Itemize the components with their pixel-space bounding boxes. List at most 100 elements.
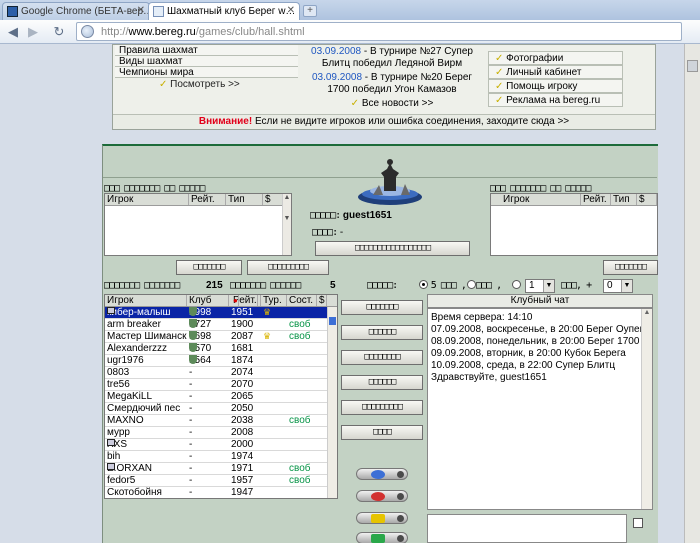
action-button-1[interactable]: □□□□□□□ [341, 300, 423, 315]
more-link[interactable]: ✓ Посмотреть >> [115, 78, 298, 92]
close-tab-icon[interactable]: ✕ [287, 5, 295, 16]
col-rating[interactable]: Рейт. [581, 194, 611, 205]
connection-warning[interactable]: Внимание! Если не видите игроков или оши… [113, 114, 655, 129]
tab-strip: Google Chrome (БЕТА-вер… ✕ Шахматный клу… [0, 0, 700, 21]
action-button-b[interactable]: □□□□□□□□□ [247, 260, 329, 275]
radio-icon[interactable] [467, 280, 476, 289]
table-row[interactable]: Скотобойня - 1947 [105, 487, 327, 498]
filter-option-1[interactable]: 5 □□□ , [419, 280, 467, 291]
col-rating[interactable]: Рейт. ● [229, 295, 261, 306]
toggle-blue[interactable] [356, 468, 408, 480]
filter-option-3[interactable] [512, 280, 521, 291]
link-photos[interactable]: ✓ Фотографии [488, 51, 623, 65]
club-shield-icon [189, 343, 197, 352]
page-scrollbar[interactable] [684, 44, 700, 543]
link-chess-variants[interactable]: Виды шахмат [115, 56, 298, 67]
reload-icon[interactable]: ↻ [50, 23, 68, 41]
action-button-5[interactable]: □□□□□□□□□ [341, 400, 423, 415]
table-row[interactable]: Смердючий пес - 2050 [105, 403, 327, 415]
action-button-c[interactable]: □□□□□□□ [603, 260, 658, 275]
table-row[interactable]: Alexanderzzz 1570 1681 [105, 343, 327, 355]
table-row[interactable]: bih - 1974 [105, 451, 327, 463]
col-player[interactable]: Игрок [105, 194, 189, 205]
link-player-help[interactable]: ✓ Помощь игроку [488, 79, 623, 93]
col-type[interactable]: Тип [226, 194, 263, 205]
chat-input[interactable] [427, 514, 627, 543]
player-status: своб [289, 415, 311, 426]
list-scrollbar[interactable]: ▲ ▼ [282, 194, 291, 255]
address-bar[interactable]: http://www.bereg.ru/games/club/hall.shtm… [76, 22, 682, 41]
tab-chess-club[interactable]: Шахматный клуб Берег w… ✕ [148, 2, 300, 21]
link-chess-rules[interactable]: Правила шахмат [115, 45, 298, 56]
table-row[interactable]: E.ORXAN - 1971 своб [105, 463, 327, 475]
table-scrollbar[interactable] [327, 307, 337, 498]
col-type[interactable]: Тип [611, 194, 637, 205]
player-rating: 1971 [231, 463, 254, 474]
scroll-thumb[interactable] [329, 317, 336, 325]
chrome-favicon-icon [7, 6, 18, 17]
right-player-list[interactable]: Игрок Рейт. Тип $ [490, 193, 658, 256]
player-rating: 2065 [231, 391, 254, 402]
toggle-crown[interactable] [356, 512, 408, 524]
col-player[interactable]: Игрок [105, 295, 187, 306]
col-money[interactable]: $ [637, 194, 657, 205]
chat-line: 10.09.2008, среда, в 22:00 Супер Блитц [431, 360, 616, 371]
new-tab-button[interactable]: + [303, 5, 317, 17]
all-news-link[interactable]: ✓ Все новости >> [301, 98, 483, 110]
link-world-champions[interactable]: Чемпионы мира [115, 67, 298, 78]
col-money[interactable]: $ [317, 295, 327, 306]
link-advertising[interactable]: ✓ Реклама на bereg.ru [488, 93, 623, 107]
user-label: □□□□□: [310, 210, 341, 221]
radio-selected-icon[interactable] [419, 280, 428, 289]
minutes-select[interactable]: 1 ▼ [525, 279, 555, 293]
action-button-6[interactable]: □□□□ [341, 425, 423, 440]
count-label: □□□□□□□ □□□□□□ [230, 280, 301, 291]
filter-option-2[interactable]: □□□ , [467, 280, 502, 291]
close-tab-icon[interactable]: ✕ [137, 5, 145, 16]
table-row[interactable]: tre56 - 2070 [105, 379, 327, 391]
table-row[interactable]: arm breaker 1727 1900 своб [105, 319, 327, 331]
player-name-text: кибер-малыш [107, 307, 171, 318]
check-icon: ✓ [159, 79, 171, 90]
forward-icon[interactable]: ▶ [24, 23, 42, 41]
table-row[interactable]: Мастер Шимански 1698 2087 ♛ своб [105, 331, 327, 343]
radio-icon[interactable] [512, 280, 521, 289]
scroll-thumb[interactable] [687, 60, 698, 72]
table-row[interactable]: fedor5 - 1957 своб [105, 475, 327, 487]
player-rating: 2070 [231, 379, 254, 390]
action-button-3[interactable]: □□□□□□□□ [341, 350, 423, 365]
back-icon[interactable]: ◀ [4, 23, 22, 41]
player-name-text: мурр [107, 427, 130, 438]
player-club: - [189, 379, 229, 390]
club-value: - [189, 487, 193, 498]
table-row[interactable]: мурр - 2008 [105, 427, 327, 439]
increment-select[interactable]: 0 ▼ [603, 279, 633, 293]
action-button-2[interactable]: □□□□□□ [341, 325, 423, 340]
club-shield-icon [189, 307, 197, 316]
table-row[interactable]: 0803 - 2074 [105, 367, 327, 379]
table-row[interactable]: MAXNO - 2038 своб [105, 415, 327, 427]
player-club: - [189, 487, 229, 498]
center-action-button[interactable]: □□□□□□□□□□□□□□□□□ [315, 241, 470, 256]
col-tour[interactable]: Тур. [261, 295, 287, 306]
table-row[interactable]: кибер-малыш 1998 1951 ♛ [105, 307, 327, 319]
left-player-list[interactable]: Игрок Рейт. Тип $ ▲ ▼ [104, 193, 292, 256]
col-status[interactable]: Сост. [287, 295, 317, 306]
chat-checkbox[interactable] [633, 518, 643, 528]
toggle-red[interactable] [356, 490, 408, 502]
table-row[interactable]: XXS - 2000 [105, 439, 327, 451]
table-row[interactable]: ugr1976 1564 1874 [105, 355, 327, 367]
tab-google-chrome[interactable]: Google Chrome (БЕТА-вер… ✕ [2, 2, 150, 20]
toggle-money[interactable] [356, 532, 408, 543]
player-name: XXS [107, 439, 187, 450]
player-table[interactable]: Игрок Клуб Рейт. ● Тур. Сост. $ кибер-мал… [104, 294, 338, 499]
action-button-a[interactable]: □□□□□□□ [176, 260, 242, 275]
action-button-4[interactable]: □□□□□□ [341, 375, 423, 390]
col-rating[interactable]: Рейт. [189, 194, 226, 205]
col-player[interactable]: Игрок [501, 194, 581, 205]
col-club[interactable]: Клуб [187, 295, 229, 306]
link-personal-cabinet[interactable]: ✓ Личный кабинет [488, 65, 623, 79]
chat-scrollbar[interactable]: ▲ [641, 309, 652, 509]
table-row[interactable]: MegaKiLL - 2065 [105, 391, 327, 403]
col-money[interactable]: $ [263, 194, 283, 205]
